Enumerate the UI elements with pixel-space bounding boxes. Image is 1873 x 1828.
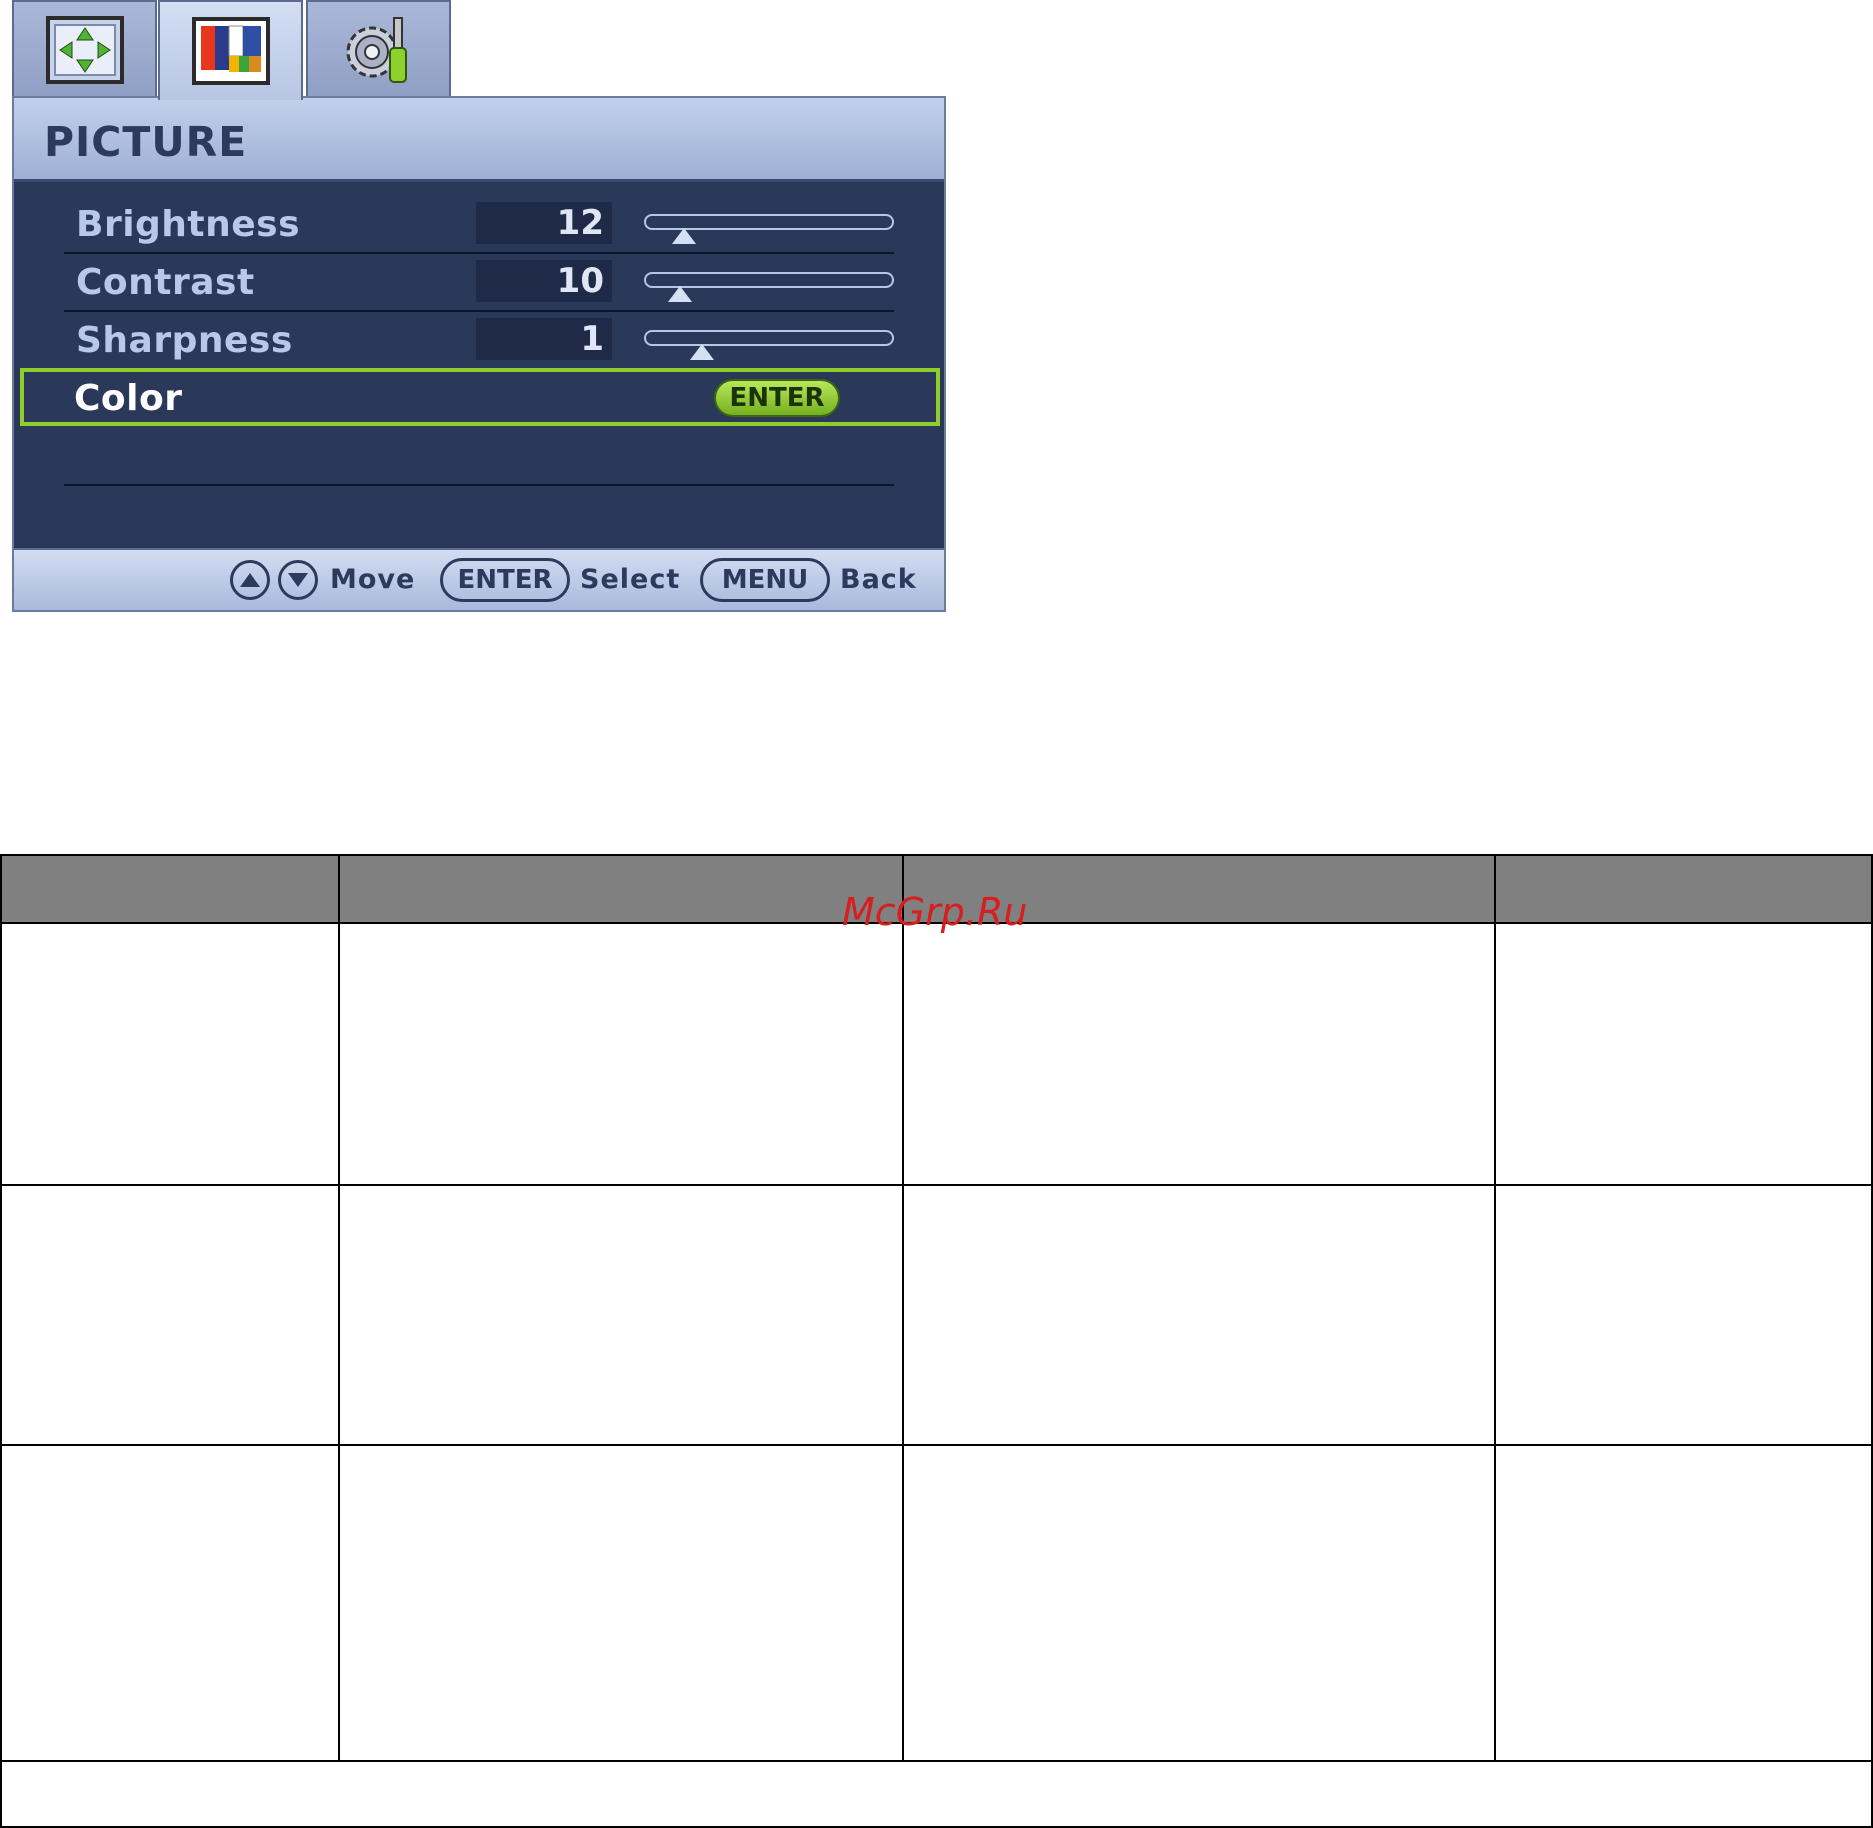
brightness-row[interactable]: Brightness 12 [64,198,894,254]
contrast-value: 10 [476,260,612,302]
contrast-slider-thumb[interactable] [668,286,692,302]
sharpness-value: 1 [476,318,612,360]
brightness-slider-thumb[interactable] [672,228,697,244]
osd-menu: PICTURE Brightness 12 Contrast 10 Sharpn… [0,0,960,620]
brightness-value: 12 [476,202,612,244]
watermark: McGrp.Ru [842,890,1028,934]
enter-key-icon: ENTER [440,558,570,602]
table-row-divider [2,1184,1871,1186]
move-hint: Move [330,564,416,595]
color-enter-button[interactable]: ENTER [714,379,840,417]
contrast-row[interactable]: Contrast 10 [64,256,894,312]
column-divider [338,856,340,1760]
up-arrow-key-icon [230,560,270,600]
table-row-divider [2,1444,1871,1446]
page-title: PICTURE [44,118,248,166]
down-arrow-key-icon [278,560,318,600]
sharpness-row[interactable]: Sharpness 1 [64,314,894,370]
menu-key-icon: MENU [700,558,830,602]
sharpness-slider-thumb[interactable] [690,344,714,360]
table-row-divider [2,1760,1871,1762]
column-divider [1494,856,1496,1760]
tab-picture[interactable] [158,0,303,100]
picture-color-bars-icon [191,17,270,85]
sharpness-slider[interactable] [644,330,894,360]
description-table [0,854,1873,1828]
color-label: Color [74,378,183,419]
gear-screwdriver-icon [346,17,407,83]
key-hints-bar: Move ENTER Select MENU Back [14,548,944,610]
contrast-slider[interactable] [644,272,894,302]
tab-system[interactable] [306,0,451,98]
display-arrows-icon [45,16,124,84]
panel-header: PICTURE [14,98,944,182]
picture-panel: PICTURE Brightness 12 Contrast 10 Sharpn… [12,96,946,612]
color-row-selected[interactable]: Color ENTER [20,368,940,426]
brightness-slider[interactable] [644,214,894,244]
brightness-label: Brightness [76,204,301,245]
select-hint: Select [580,564,681,595]
row-divider [64,484,894,486]
tab-display[interactable] [12,0,157,98]
sharpness-label: Sharpness [76,320,293,361]
back-hint: Back [840,564,917,595]
column-divider [902,856,904,1760]
contrast-label: Contrast [76,262,255,303]
